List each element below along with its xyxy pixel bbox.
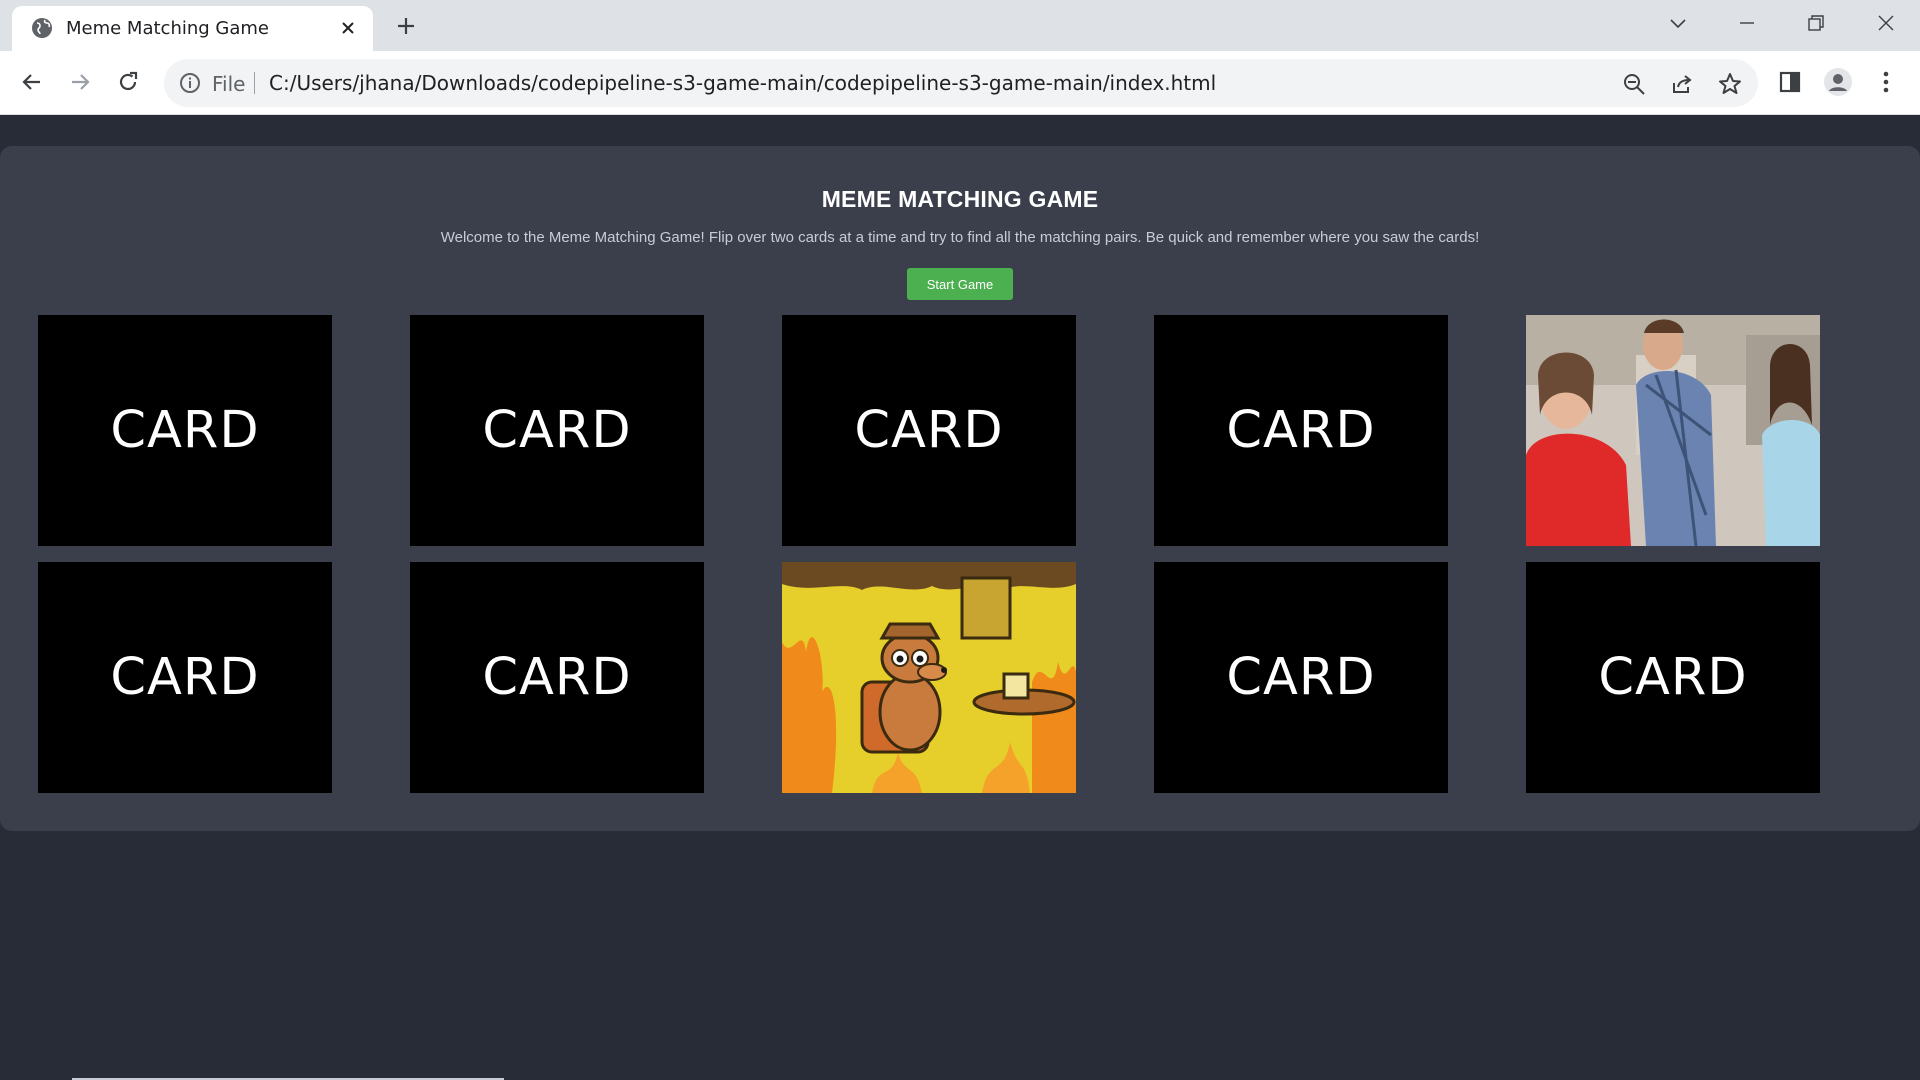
card-1[interactable]: CARD	[38, 315, 332, 546]
close-window-icon[interactable]	[1866, 8, 1906, 38]
card-6[interactable]: CARD	[38, 562, 332, 793]
browser-tab-active[interactable]: Meme Matching Game	[12, 6, 373, 51]
card-back-label: CARD	[110, 401, 260, 460]
card-back-label: CARD	[1598, 648, 1748, 707]
card-back-label: CARD	[482, 648, 632, 707]
bookmark-star-icon[interactable]	[1717, 71, 1743, 97]
minimize-icon[interactable]	[1727, 8, 1767, 38]
url-scheme-label: File	[212, 72, 246, 96]
game-container: MEME MATCHING GAME Welcome to the Meme M…	[0, 146, 1920, 831]
tab-title: Meme Matching Game	[66, 18, 270, 39]
card-5[interactable]	[1526, 315, 1820, 546]
browser-tabstrip: Meme Matching Game	[0, 0, 1920, 51]
url-text[interactable]: C:/Users/jhana/Downloads/codepipeline-s3…	[269, 71, 1216, 95]
tab-search-chevron-icon[interactable]	[1658, 8, 1698, 38]
card-back-label: CARD	[110, 648, 260, 707]
game-title: MEME MATCHING GAME	[821, 186, 1099, 212]
card-10[interactable]: CARD	[1526, 562, 1820, 793]
card-back-label: CARD	[482, 401, 632, 460]
reload-icon[interactable]	[111, 65, 145, 99]
card-4[interactable]: CARD	[1154, 315, 1448, 546]
card-7[interactable]: CARD	[410, 562, 704, 793]
globe-icon	[30, 16, 54, 40]
menu-kebab-icon[interactable]	[1870, 66, 1902, 98]
browser-toolbar: File C:/Users/jhana/Downloads/codepipeli…	[0, 51, 1920, 115]
page-body: MEME MATCHING GAME Welcome to the Meme M…	[0, 116, 1920, 1080]
forward-arrow-icon[interactable]	[63, 65, 97, 99]
card-back-label: CARD	[1226, 648, 1376, 707]
address-bar[interactable]: File C:/Users/jhana/Downloads/codepipeli…	[164, 59, 1758, 107]
card-2[interactable]: CARD	[410, 315, 704, 546]
this-is-fine-dog-meme-image	[782, 562, 1076, 793]
game-description: Welcome to the Meme Matching Game! Flip …	[440, 229, 1480, 246]
new-tab-icon[interactable]	[391, 11, 421, 41]
card-back-label: CARD	[1226, 401, 1376, 460]
close-tab-icon[interactable]	[337, 17, 359, 39]
start-game-button[interactable]: Start Game	[907, 268, 1013, 300]
share-icon[interactable]	[1669, 71, 1695, 97]
zoom-icon[interactable]	[1621, 71, 1647, 97]
url-separator	[254, 72, 255, 94]
card-8[interactable]	[782, 562, 1076, 793]
site-info-icon[interactable]	[178, 71, 202, 95]
card-3[interactable]: CARD	[782, 315, 1076, 546]
restore-icon[interactable]	[1796, 8, 1836, 38]
back-arrow-icon[interactable]	[15, 65, 49, 99]
card-9[interactable]: CARD	[1154, 562, 1448, 793]
card-back-label: CARD	[854, 401, 1004, 460]
distracted-boyfriend-meme-image	[1526, 315, 1820, 546]
profile-avatar-icon[interactable]	[1822, 66, 1854, 98]
side-panel-icon[interactable]	[1774, 66, 1806, 98]
